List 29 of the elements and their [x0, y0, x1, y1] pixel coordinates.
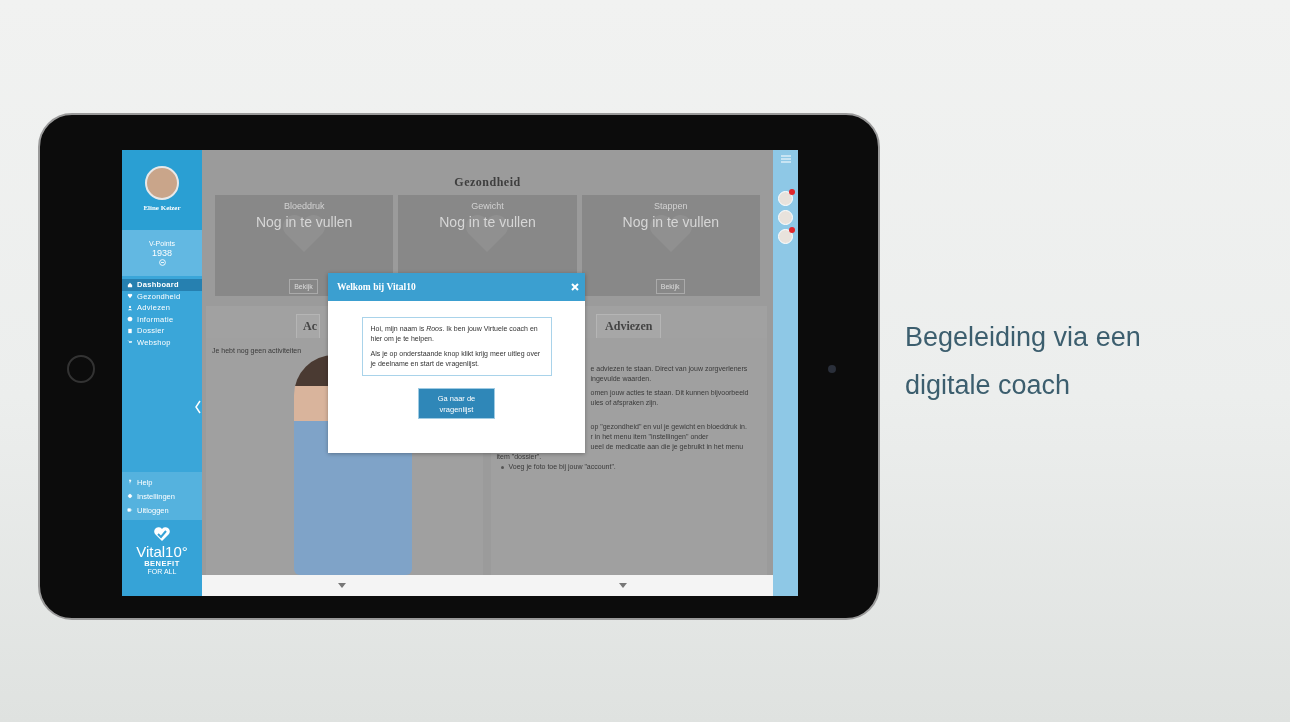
dialog-title: Welkom bij Vital10 [337, 282, 416, 292]
caret-down-icon[interactable] [338, 583, 347, 588]
card-label: Gewicht [471, 201, 504, 211]
camera-dot [828, 365, 836, 373]
document-icon [127, 327, 133, 334]
card-value: Nog in te vullen [622, 214, 720, 230]
avatar [145, 166, 179, 200]
points-value: 1938 [152, 248, 172, 258]
panel-tab[interactable]: Ac [296, 314, 320, 338]
panel-tab[interactable]: Adviezen [596, 314, 662, 338]
chevron-left-icon[interactable] [195, 400, 201, 414]
contact-avatar[interactable] [778, 191, 793, 206]
heart-check-icon [153, 526, 171, 542]
card-value: Nog in te vullen [255, 214, 353, 230]
home-icon [127, 281, 133, 288]
close-icon[interactable] [571, 283, 579, 291]
card-value: Nog in te vullen [439, 214, 536, 230]
section-title: Gezondheid [453, 174, 522, 191]
contact-avatar[interactable] [778, 229, 793, 244]
caption-text: Begeleiding via een digitale coach [905, 321, 1142, 402]
card-label: Bloeddruk [283, 201, 325, 211]
caret-down-icon[interactable] [618, 583, 627, 588]
bullet-dot [500, 465, 504, 469]
heart-icon [127, 293, 133, 300]
person-icon [127, 304, 133, 311]
collapse-icon[interactable] [158, 259, 166, 266]
logo-text: Vital10° [136, 544, 188, 559]
card-label: Stappen [654, 201, 688, 211]
cart-icon [127, 339, 133, 346]
